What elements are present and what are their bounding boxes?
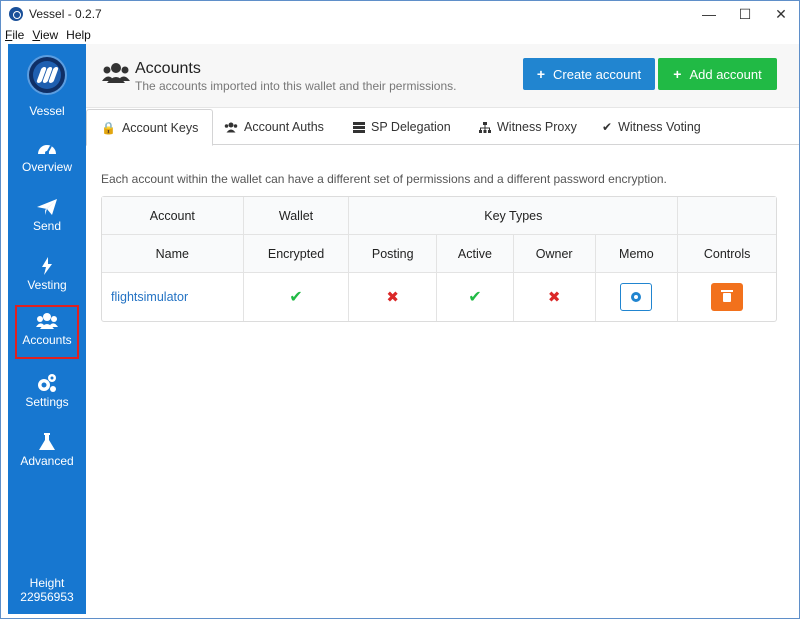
account-name-link[interactable]: flightsimulator [102, 273, 244, 321]
cell-encrypted: ✔ [244, 273, 350, 321]
table-header-row: Name Encrypted Posting Active Owner Memo… [102, 235, 776, 273]
window-controls: — ☐ ✕ [691, 1, 799, 27]
paper-plane-icon [37, 199, 57, 215]
users-icon [224, 122, 238, 132]
tab-label: Account Auths [244, 120, 324, 134]
menu-file[interactable]: File [5, 28, 24, 42]
tab-bar: 🔒 Account Keys Account Auths SP Delegati… [86, 109, 799, 146]
cell-memo [596, 273, 679, 321]
block-height-label: Height [29, 576, 65, 590]
sidebar-label-accounts: Accounts [22, 333, 72, 347]
menu-help[interactable]: Help [66, 28, 91, 42]
vessel-logo-icon [27, 55, 67, 95]
tab-account-keys[interactable]: 🔒 Account Keys [86, 109, 214, 146]
table-group-header-row: Account Wallet Key Types [102, 197, 776, 235]
sidebar-label-advanced: Advanced [20, 454, 74, 468]
create-account-label: Create account [553, 66, 642, 82]
description-text: Each account within the wallet can have … [101, 172, 667, 186]
maximize-button[interactable]: ☐ [727, 1, 763, 27]
lightning-icon [42, 257, 52, 275]
page-title: Accounts [135, 60, 201, 77]
tab-witness-voting[interactable]: ✔ Witness Voting [602, 109, 701, 145]
minimize-button[interactable]: — [691, 1, 727, 27]
column-header-active: Active [437, 235, 514, 273]
users-icon [36, 313, 58, 329]
sidebar-item-advanced[interactable]: Advanced [8, 426, 86, 480]
flask-icon [39, 433, 55, 450]
plus-icon: + [673, 66, 682, 82]
group-header-account: Account [102, 197, 244, 235]
menu-bar: File View Help [1, 27, 799, 43]
brand-label: Vessel [29, 104, 65, 118]
column-header-controls: Controls [678, 235, 776, 273]
title-bar: Vessel - 0.2.7 — ☐ ✕ [1, 1, 799, 27]
tab-label: Account Keys [121, 120, 199, 135]
users-icon [102, 63, 130, 83]
cell-owner: ✖ [514, 273, 596, 321]
plus-icon: + [536, 66, 545, 82]
sidebar-item-overview[interactable]: Overview [8, 132, 86, 186]
page-header: Accounts The accounts imported into this… [86, 44, 799, 108]
menu-view[interactable]: View [32, 28, 58, 42]
sidebar-label-overview: Overview [21, 160, 72, 174]
dashboard-icon [38, 145, 56, 155]
column-header-posting: Posting [349, 235, 438, 273]
block-height-value: 22956953 [20, 590, 74, 604]
cell-controls [678, 273, 776, 321]
group-header-empty [678, 197, 776, 235]
app-window: Vessel - 0.2.7 — ☐ ✕ File View Help Vess… [0, 0, 800, 619]
plus-circle-icon [631, 292, 642, 302]
column-header-owner: Owner [513, 235, 596, 273]
add-account-button[interactable]: + Add account [658, 58, 777, 90]
accounts-table: Account Wallet Key Types Name Encrypted … [101, 196, 777, 322]
check-icon: ✔ [289, 289, 303, 306]
column-header-memo: Memo [595, 235, 679, 273]
cross-icon: ✖ [547, 289, 561, 306]
tab-label: Witness Proxy [497, 120, 577, 134]
cross-icon: ✖ [386, 289, 399, 306]
lock-icon: 🔒 [101, 120, 116, 135]
tab-account-auths[interactable]: Account Auths [224, 109, 324, 145]
create-account-button[interactable]: + Create account [523, 58, 655, 90]
sidebar: Vessel Overview Send Vesting Accounts Se… [8, 44, 86, 614]
cogs-icon [38, 374, 56, 392]
sidebar-item-vesting[interactable]: Vesting [8, 250, 86, 304]
column-header-name: Name [102, 235, 244, 273]
table-row: flightsimulator ✔ ✖ ✔ ✖ [102, 273, 776, 321]
cell-active: ✔ [437, 273, 514, 321]
sidebar-label-settings: Settings [25, 395, 69, 409]
cell-posting: ✖ [349, 273, 438, 321]
sidebar-item-accounts[interactable]: Accounts [15, 305, 79, 359]
sidebar-label-vesting: Vesting [27, 278, 67, 292]
tab-label: Witness Voting [618, 120, 701, 134]
sidebar-item-settings[interactable]: Settings [8, 367, 86, 421]
app-logo-icon [9, 7, 23, 21]
check-icon: ✔ [602, 120, 613, 134]
sidebar-item-send[interactable]: Send [8, 191, 86, 245]
tab-witness-proxy[interactable]: Witness Proxy [479, 109, 577, 145]
tab-sp-delegation[interactable]: SP Delegation [353, 109, 451, 145]
close-button[interactable]: ✕ [763, 1, 799, 27]
main-content: Accounts The accounts imported into this… [86, 44, 799, 618]
sitemap-icon [479, 121, 491, 133]
group-header-wallet: Wallet [243, 197, 350, 235]
page-subtitle: The accounts imported into this wallet a… [135, 79, 457, 93]
trash-icon [721, 289, 734, 302]
memo-button[interactable] [620, 283, 653, 311]
sidebar-label-send: Send [32, 219, 62, 233]
add-account-label: Add account [689, 66, 762, 82]
tab-label: SP Delegation [371, 120, 451, 134]
group-header-key-types: Key Types [349, 197, 679, 235]
window-title: Vessel - 0.2.7 [29, 7, 102, 21]
delete-account-button[interactable] [711, 283, 744, 311]
server-icon [353, 121, 365, 133]
block-height: Height 22956953 [8, 576, 86, 604]
column-header-encrypted: Encrypted [243, 235, 350, 273]
check-icon: ✔ [468, 289, 482, 306]
